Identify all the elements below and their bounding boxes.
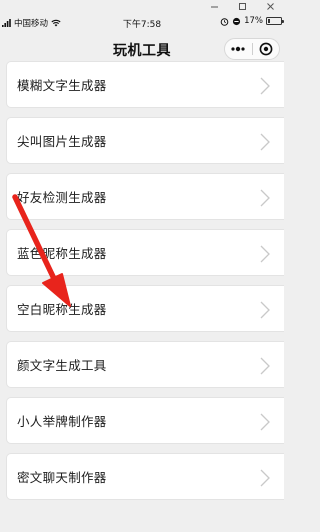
list-item-label: 好友检测生成器 xyxy=(17,190,107,205)
exit-button[interactable] xyxy=(253,39,280,59)
status-right: 17% xyxy=(220,16,284,26)
list-item[interactable]: 好友检测生成器 xyxy=(6,173,284,220)
chevron-right-icon xyxy=(260,245,270,263)
battery-icon xyxy=(266,17,284,25)
screen: 中国移动 下午7:58 17% 玩机工具 模糊文字生成器 尖叫图片生成器 好友检… xyxy=(0,0,284,532)
list-item[interactable]: 模糊文字生成器 xyxy=(6,61,284,108)
more-dots-icon xyxy=(231,46,245,52)
maximize-button[interactable] xyxy=(228,0,256,13)
battery-percent: 17% xyxy=(244,16,263,26)
list-item[interactable]: 空白昵称生成器 xyxy=(6,285,284,332)
minimize-icon xyxy=(210,6,218,8)
list-item-label: 密文聊天制作器 xyxy=(17,470,107,485)
list-item-label: 模糊文字生成器 xyxy=(17,78,107,93)
chevron-right-icon xyxy=(260,189,270,207)
minimize-button[interactable] xyxy=(200,0,228,13)
window-controls xyxy=(200,0,284,13)
close-window-button[interactable] xyxy=(256,0,284,13)
list-item[interactable]: 密文聊天制作器 xyxy=(6,453,284,500)
list-item-label: 空白昵称生成器 xyxy=(17,302,107,317)
mini-program-capsule xyxy=(224,38,280,60)
list-item-label: 颜文字生成工具 xyxy=(17,358,107,373)
alarm-clock-icon xyxy=(220,17,229,26)
chevron-right-icon xyxy=(260,413,270,431)
maximize-icon xyxy=(238,3,246,10)
list-item[interactable]: 小人举牌制作器 xyxy=(6,397,284,444)
list-item[interactable]: 颜文字生成工具 xyxy=(6,341,284,388)
status-bar: 中国移动 下午7:58 17% xyxy=(0,14,284,32)
chevron-right-icon xyxy=(260,301,270,319)
chevron-right-icon xyxy=(260,469,270,487)
chevron-right-icon xyxy=(260,77,270,95)
target-circle-icon xyxy=(259,42,273,56)
list-item-label: 小人举牌制作器 xyxy=(17,414,107,429)
do-not-disturb-icon xyxy=(232,17,241,25)
list-item[interactable]: 尖叫图片生成器 xyxy=(6,117,284,164)
list-item[interactable]: 蓝色昵称生成器 xyxy=(6,229,284,276)
battery-level xyxy=(268,19,270,23)
list-item-label: 蓝色昵称生成器 xyxy=(17,246,107,261)
close-icon xyxy=(266,3,274,10)
list-item-label: 尖叫图片生成器 xyxy=(17,134,107,149)
more-button[interactable] xyxy=(225,39,252,59)
chevron-right-icon xyxy=(260,133,270,151)
chevron-right-icon xyxy=(260,357,270,375)
